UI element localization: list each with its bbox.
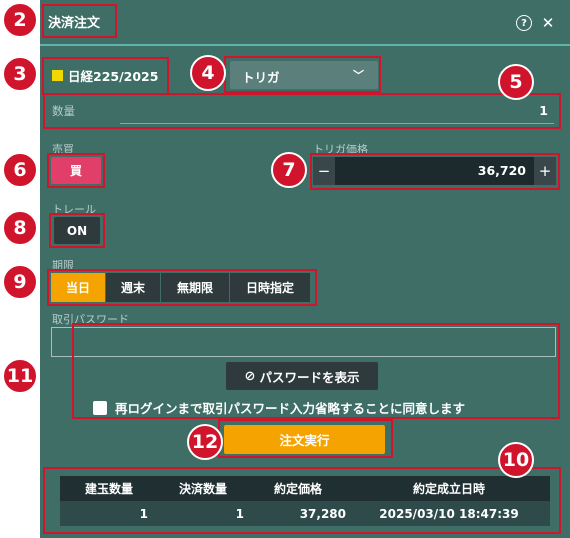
question-circle-icon[interactable]: ? <box>516 15 532 31</box>
annotation-box-period <box>47 269 317 306</box>
annotation-box-positions <box>43 467 561 534</box>
callout-marker-7: 7 <box>271 152 307 188</box>
callout-marker-11: 11 <box>2 358 38 394</box>
annotation-box-password <box>72 323 560 419</box>
annotation-box-symbol <box>42 57 169 95</box>
callout-marker-2: 2 <box>2 2 38 38</box>
annotation-box-execute <box>218 419 393 458</box>
callout-marker-4: 4 <box>190 55 226 91</box>
annotation-box-side <box>47 153 105 188</box>
annotation-box-order-type <box>224 56 381 93</box>
header-divider <box>40 44 570 46</box>
screenshot-root: 決済注文 ? ✕ 日経225/2025 トリガ ﹀ 数量 1 売買 買 トリガ価… <box>0 0 570 538</box>
annotation-box-trail <box>49 213 105 248</box>
callout-marker-9: 9 <box>2 264 38 300</box>
callout-marker-12: 12 <box>187 424 223 460</box>
callout-marker-5: 5 <box>498 64 534 100</box>
callout-marker-6: 6 <box>2 152 38 188</box>
callout-marker-8: 8 <box>2 210 38 246</box>
callout-marker-3: 3 <box>2 56 38 92</box>
annotation-box-quantity <box>43 93 561 129</box>
close-icon[interactable]: ✕ <box>540 14 556 32</box>
callout-marker-10: 10 <box>498 442 534 478</box>
annotation-box-trigger-price <box>310 153 560 190</box>
annotation-box-title <box>42 4 117 38</box>
